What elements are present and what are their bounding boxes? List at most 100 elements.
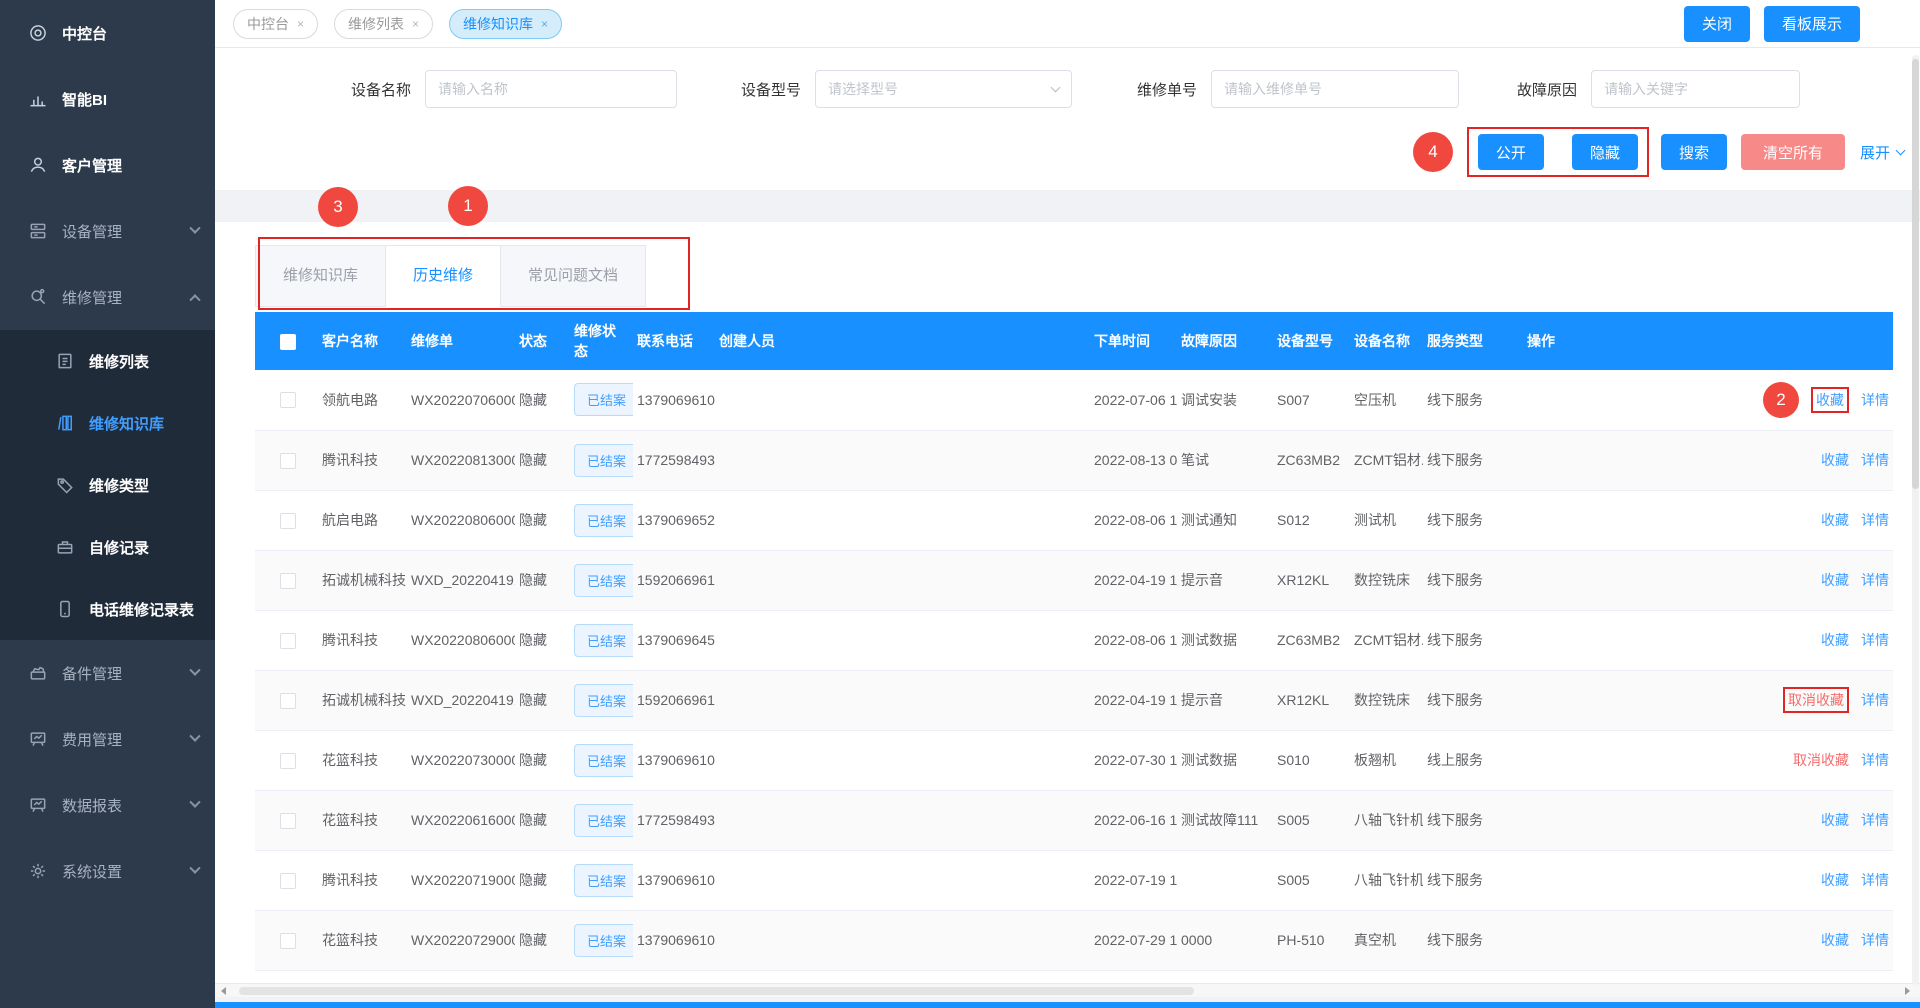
detail-link[interactable]: 详情 [1861,810,1889,830]
tab-knowledge-library[interactable]: 维修知识库 [255,245,386,307]
detail-link[interactable]: 详情 [1861,930,1889,950]
row-checkbox[interactable] [280,453,296,469]
chevron-down-icon [1896,146,1906,156]
favorite-link[interactable]: 收藏 [1821,810,1849,830]
sidebar-item-repair-list[interactable]: 维修列表 [0,330,215,392]
horizontal-scrollbar[interactable] [215,983,1920,997]
repair-status-tag: 已结案 [574,924,633,957]
board-display-button[interactable]: 看板展示 [1764,6,1860,42]
vertical-scroll-thumb[interactable] [1912,59,1919,489]
favorite-link[interactable]: 收藏 [1821,450,1849,470]
sidebar-item-repair-type[interactable]: 维修类型 [0,454,215,516]
sidebar-item-self-repair[interactable]: 自修记录 [0,516,215,578]
cell-service: 线下服务 [1423,370,1523,430]
sidebar-item-equipment[interactable]: 设备管理 [0,198,215,264]
sidebar-item-phone-record[interactable]: 电话维修记录表 [0,578,215,640]
cell-phone: 17725984939 [633,430,715,490]
sidebar-item-knowledge-base[interactable]: 维修知识库 [0,392,215,454]
cell-creator [715,610,1090,670]
col-customer: 客户名称 [318,312,407,370]
phone-record-icon [55,599,75,619]
tab-faq-docs[interactable]: 常见问题文档 [501,245,646,307]
row-checkbox[interactable] [280,873,296,889]
sidebar-item-smart-bi[interactable]: 智能BI [0,66,215,132]
detail-link[interactable]: 详情 [1861,390,1889,410]
row-checkbox[interactable] [280,813,296,829]
cell-customer: 航启电路 [318,490,407,550]
device-name-input[interactable] [425,70,677,108]
detail-link[interactable]: 详情 [1861,870,1889,890]
unfavorite-link[interactable]: 取消收藏 [1793,750,1849,770]
tab-console[interactable]: 中控台 × [233,9,318,39]
favorite-link[interactable]: 收藏 [1821,570,1849,590]
repair-order-input[interactable] [1211,70,1459,108]
row-checkbox[interactable] [280,513,296,529]
sidebar: 中控台 智能BI 客户管理 设备管理 维修管理 维修列表 [0,0,215,1008]
table-row: 花篮科技 WX202207290001 隐藏 已结案 13790696107 2… [255,910,1893,970]
cell-creator [715,670,1090,730]
row-checkbox[interactable] [280,633,296,649]
close-icon[interactable]: × [412,17,419,31]
row-checkbox[interactable] [280,573,296,589]
table-row: 航启电路 WX202208060002 隐藏 已结案 13790696524 2… [255,490,1893,550]
search-button[interactable]: 搜索 [1661,134,1727,170]
detail-link[interactable]: 详情 [1861,450,1889,470]
tab-label: 维修列表 [348,14,404,34]
sidebar-item-console[interactable]: 中控台 [0,0,215,66]
sidebar-item-label: 智能BI [62,89,199,110]
main-area: 中控台 × 维修列表 × 维修知识库 × 关闭 看板展示 设备名称 [215,0,1920,1008]
repair-table: 客户名称 维修单 状态 维修状态 联系电话 创建人员 下单时间 故障原因 设备型… [255,312,1893,971]
detail-link[interactable]: 详情 [1861,690,1889,710]
fault-keyword-input[interactable] [1591,70,1800,108]
expand-link[interactable]: 展开 [1860,142,1904,163]
select-all-checkbox[interactable] [280,334,296,350]
cell-creator [715,730,1090,790]
close-icon[interactable]: × [297,17,304,31]
sidebar-item-settings[interactable]: 系统设置 [0,838,215,904]
scroll-left-arrow-icon[interactable] [221,987,226,995]
cell-customer: 花篮科技 [318,790,407,850]
favorite-link[interactable]: 收藏 [1821,510,1849,530]
sidebar-item-repair-mgmt[interactable]: 维修管理 [0,264,215,330]
repair-status-tag: 已结案 [574,624,633,657]
cell-order: WX202208060002 [407,490,515,550]
unfavorite-link[interactable]: 取消收藏 [1783,687,1849,713]
vertical-scrollbar[interactable] [1912,55,1919,985]
tab-history-repair[interactable]: 历史维修 [386,245,501,307]
sidebar-item-customers[interactable]: 客户管理 [0,132,215,198]
horizontal-scroll-thumb[interactable] [239,987,1194,995]
row-checkbox[interactable] [280,933,296,949]
tab-repair-list[interactable]: 维修列表 × [334,9,433,39]
row-checkbox[interactable] [280,753,296,769]
close-button[interactable]: 关闭 [1684,6,1750,42]
sidebar-item-reports[interactable]: 数据报表 [0,772,215,838]
detail-link[interactable]: 详情 [1861,570,1889,590]
row-checkbox[interactable] [280,392,296,408]
detail-link[interactable]: 详情 [1861,510,1889,530]
cell-order: WX202208060003 [407,610,515,670]
favorite-link[interactable]: 收藏 [1811,387,1849,413]
row-checkbox[interactable] [280,693,296,709]
cell-creator [715,430,1090,490]
sidebar-item-expense[interactable]: 费用管理 [0,706,215,772]
annotation-circle-3: 3 [318,187,358,227]
scroll-right-arrow-icon[interactable] [1905,987,1910,995]
cell-fault [1177,850,1273,910]
detail-link[interactable]: 详情 [1861,630,1889,650]
favorite-link[interactable]: 收藏 [1821,870,1849,890]
device-model-select[interactable]: 请选择型号 [815,70,1072,108]
select-placeholder: 请选择型号 [828,79,898,99]
cell-device: 八轴飞针机1 [1350,850,1423,910]
filter-fault-reason: 故障原因 [1517,70,1800,108]
hide-button[interactable]: 隐藏 [1572,134,1638,170]
favorite-link[interactable]: 收藏 [1821,630,1849,650]
tab-label: 中控台 [247,14,289,34]
public-button[interactable]: 公开 [1478,134,1544,170]
detail-link[interactable]: 详情 [1861,750,1889,770]
clear-all-button[interactable]: 清空所有 [1741,134,1845,170]
tab-knowledge-base[interactable]: 维修知识库 × [449,9,562,39]
favorite-link[interactable]: 收藏 [1821,930,1849,950]
sidebar-item-spare-parts[interactable]: 备件管理 [0,640,215,706]
close-icon[interactable]: × [541,17,548,31]
cell-status: 隐藏 [515,370,570,430]
